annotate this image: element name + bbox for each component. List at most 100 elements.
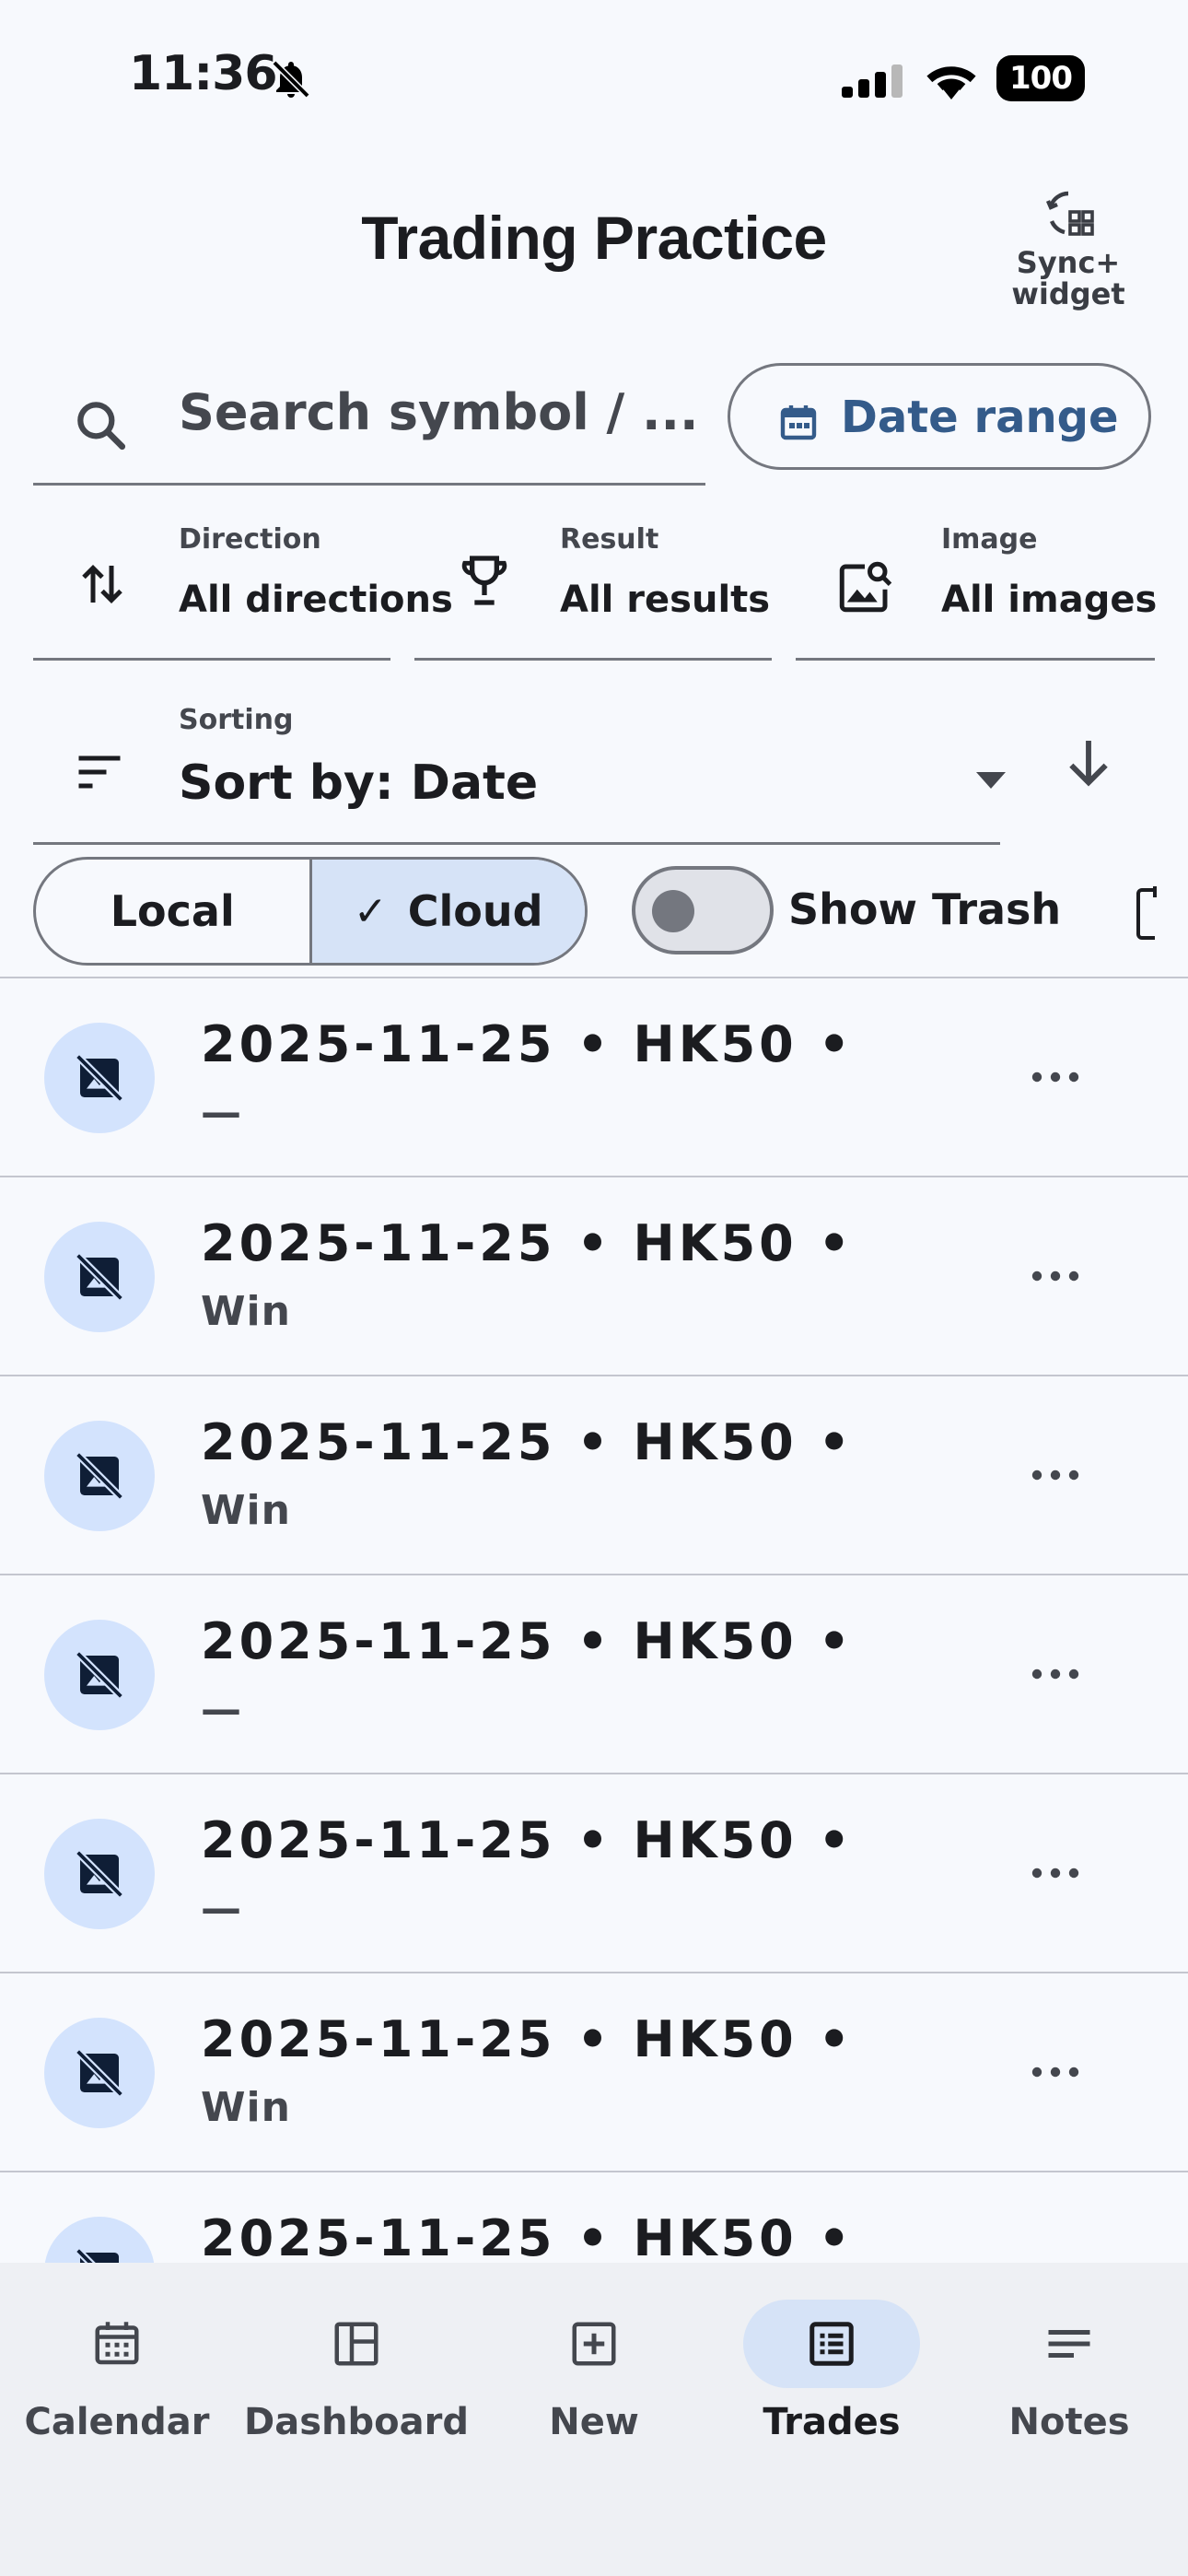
more-horiz-icon [1031, 1469, 1079, 1481]
nav-calendar[interactable]: Calendar [2, 2300, 232, 2443]
result-filter[interactable]: Result All results [414, 523, 772, 661]
toggle-knob [652, 890, 694, 932]
trade-result: — [201, 1686, 242, 1733]
arrow-down-icon [1069, 741, 1108, 787]
more-options-button[interactable] [1030, 1859, 1081, 1887]
more-horiz-icon [1031, 2067, 1079, 2078]
image-not-supported-icon [75, 1650, 124, 1700]
source-cloud-button[interactable]: ✓ Cloud [311, 860, 585, 963]
trade-thumbnail [44, 1620, 155, 1730]
battery-indicator: 100 [996, 55, 1085, 101]
list-alt-icon [809, 2322, 854, 2366]
search-input[interactable]: Search symbol / ... [33, 369, 705, 486]
nav-trades[interactable]: Trades [716, 2300, 947, 2443]
trade-result: — [201, 1885, 242, 1932]
sync-widget-label: Sync+ widget [1011, 245, 1125, 311]
trade-row[interactable]: 2025-11-25 • HK50 • — [0, 1574, 1188, 1773]
clipped-chip-icon[interactable] [1136, 886, 1164, 942]
trade-title: 2025-11-25 • HK50 • [201, 2209, 855, 2267]
trade-thumbnail [44, 1421, 155, 1531]
check-icon: ✓ [353, 887, 388, 935]
trade-result: Win [201, 1288, 291, 1335]
trade-result: Win [201, 2084, 291, 2131]
more-options-button[interactable] [1030, 1063, 1081, 1091]
trade-title: 2025-11-25 • HK50 • [201, 1413, 855, 1471]
image-filter[interactable]: Image All images [796, 523, 1158, 661]
trade-result: — [201, 1089, 242, 1136]
wifi-icon [923, 57, 980, 100]
show-trash-label: Show Trash [788, 884, 1062, 934]
source-segmented-control: Local ✓ Cloud [33, 857, 588, 966]
image-not-supported-icon [75, 1252, 124, 1302]
result-filter-value: All results [560, 579, 771, 621]
notes-icon [1048, 2330, 1090, 2358]
status-time: 11:36 [129, 46, 278, 101]
source-cloud-label: Cloud [407, 886, 543, 936]
add-box-icon [572, 2322, 616, 2366]
sort-value: Sort by: Date [179, 755, 539, 811]
nav-notes[interactable]: Notes [954, 2300, 1184, 2443]
nav-notes-label: Notes [1008, 2401, 1130, 2443]
nav-new[interactable]: New [479, 2300, 709, 2443]
direction-filter[interactable]: Direction All directions [33, 523, 453, 661]
sort-label: Sorting [179, 704, 294, 736]
trade-thumbnail [44, 2018, 155, 2128]
trophy-icon [455, 551, 514, 610]
trade-title: 2025-11-25 • HK50 • [201, 1811, 855, 1869]
trade-title: 2025-11-25 • HK50 • [201, 1214, 855, 1272]
image-filter-label: Image [941, 523, 1038, 556]
trade-row[interactable]: 2025-11-25 • HK50 • — [0, 977, 1188, 1176]
sort-order-button[interactable] [1059, 733, 1118, 792]
date-range-button[interactable]: Date range [728, 363, 1151, 470]
trade-row[interactable]: 2025-11-25 • HK50 • Win [0, 1972, 1188, 2171]
trade-row[interactable]: 2025-11-25 • HK50 • Win [0, 1375, 1188, 1574]
image-not-supported-icon [75, 1451, 124, 1501]
calendar-icon [95, 2322, 139, 2365]
signal-icon [842, 63, 906, 100]
trade-thumbnail [44, 1222, 155, 1332]
trade-row[interactable]: 2025-11-25 • HK50 • Win [0, 1176, 1188, 1375]
nav-dashboard[interactable]: Dashboard [241, 2300, 472, 2443]
trade-title: 2025-11-25 • HK50 • [201, 1612, 855, 1670]
date-range-label: Date range [841, 392, 1119, 443]
source-local-button[interactable]: Local [36, 860, 312, 963]
trade-title: 2025-11-25 • HK50 • [201, 2010, 855, 2068]
trade-title: 2025-11-25 • HK50 • [201, 1015, 855, 1073]
nav-dashboard-label: Dashboard [244, 2401, 469, 2443]
more-horiz-icon [1031, 1071, 1079, 1083]
trade-thumbnail [44, 1819, 155, 1929]
nav-trades-label: Trades [763, 2401, 901, 2443]
more-options-button[interactable] [1030, 1660, 1081, 1688]
search-placeholder: Search symbol / ... [179, 383, 699, 441]
sort-icon [72, 744, 127, 800]
more-horiz-icon [1031, 1669, 1079, 1680]
battery-tip [1077, 70, 1083, 87]
more-options-button[interactable] [1030, 1262, 1081, 1290]
source-local-label: Local [110, 886, 235, 936]
sync-widget-button[interactable]: Sync+ widget [995, 184, 1142, 310]
direction-filter-value: All directions [179, 579, 453, 621]
direction-filter-label: Direction [179, 523, 321, 556]
image-not-supported-icon [75, 1849, 124, 1899]
bell-muted-icon [269, 57, 313, 101]
result-filter-label: Result [560, 523, 659, 556]
show-trash-toggle[interactable] [632, 866, 774, 954]
more-horiz-icon [1031, 1270, 1079, 1282]
sync-widget-icon [995, 184, 1142, 243]
bottom-navigation: Calendar Dashboard New Trades Notes [0, 2263, 1188, 2576]
nav-calendar-label: Calendar [24, 2401, 210, 2443]
more-horiz-icon [1031, 1868, 1079, 1879]
more-options-button[interactable] [1030, 2058, 1081, 2086]
calendar-icon [776, 401, 821, 445]
dropdown-arrow-icon [976, 772, 1006, 790]
sort-dropdown[interactable]: Sorting Sort by: Date [33, 704, 1006, 845]
nav-new-label: New [549, 2401, 639, 2443]
image-not-supported-icon [75, 2048, 124, 2098]
image-filter-value: All images [941, 579, 1158, 621]
trade-result: Win [201, 1487, 291, 1534]
dashboard-icon [334, 2322, 379, 2366]
swap-vert-icon [79, 556, 125, 612]
more-options-button[interactable] [1030, 1461, 1081, 1489]
trade-thumbnail [44, 1023, 155, 1133]
trade-row[interactable]: 2025-11-25 • HK50 • — [0, 1773, 1188, 1972]
